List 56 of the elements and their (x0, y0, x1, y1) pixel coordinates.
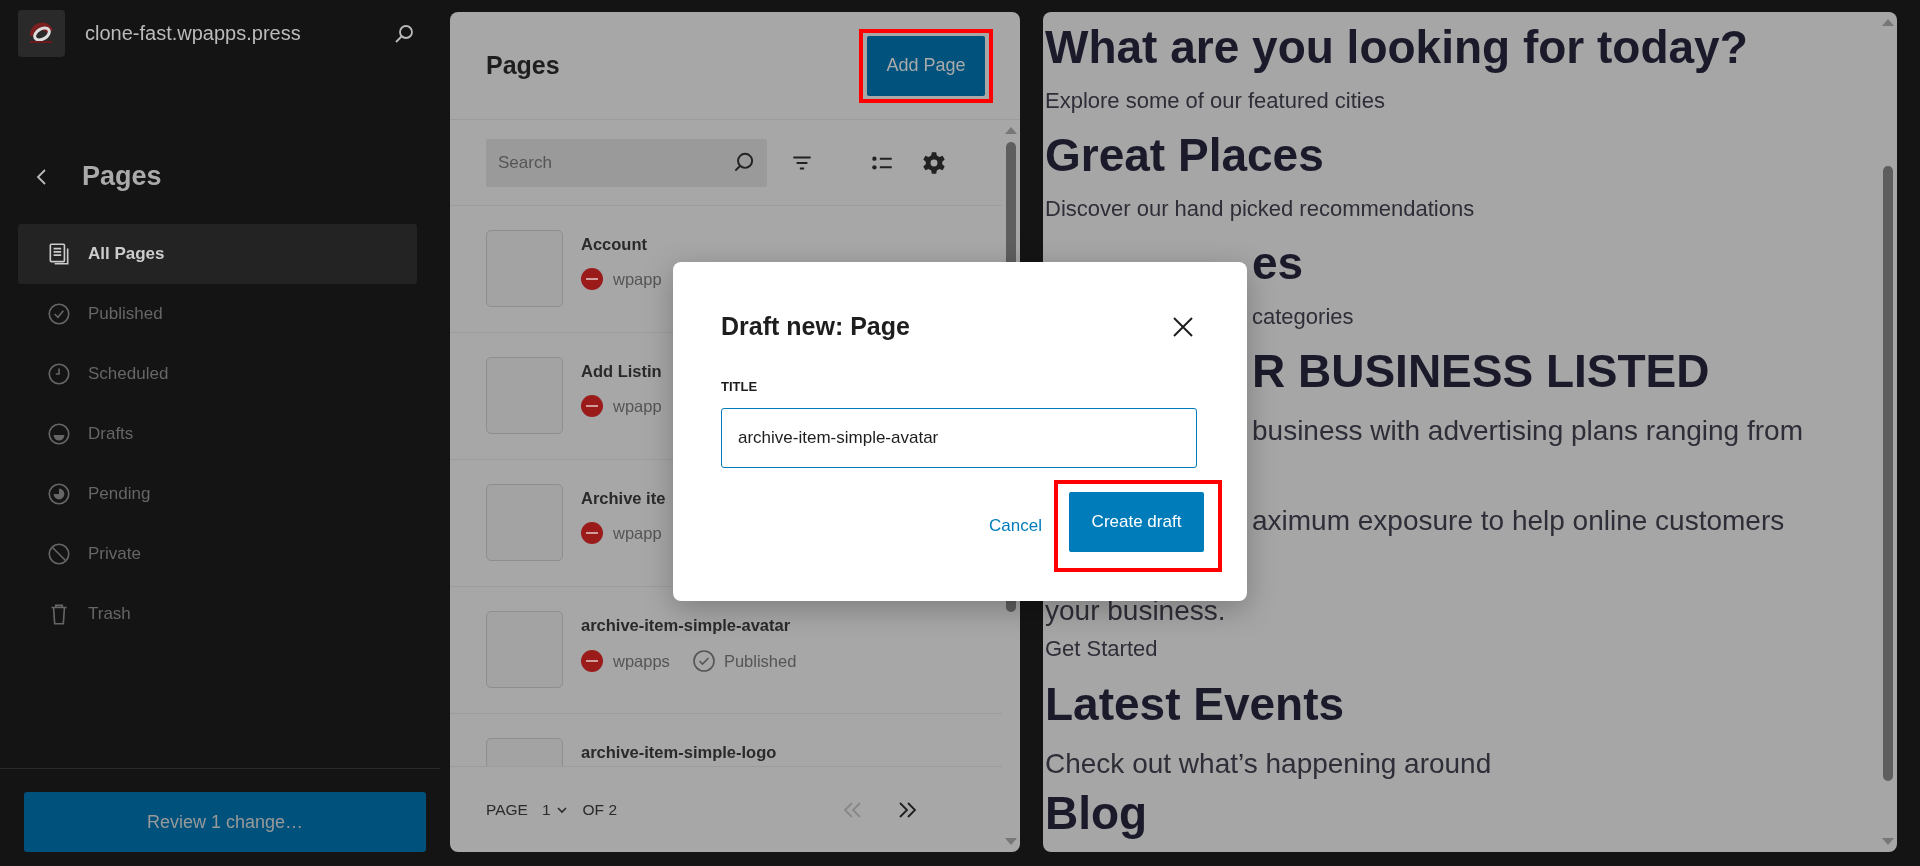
avatar-icon (581, 395, 603, 417)
preview-text: aximum exposure to help online customers (1252, 505, 1785, 536)
clock-icon (46, 361, 72, 387)
search-field[interactable]: Search (486, 138, 767, 187)
section-title: Pages (82, 161, 162, 192)
half-circle-icon (46, 421, 72, 447)
prohibited-icon (46, 541, 72, 567)
preview-text: your business. (1045, 595, 1226, 626)
preview-text: Get Started (1045, 636, 1158, 661)
sidebar-item[interactable]: Private (18, 524, 417, 584)
page-title[interactable]: Account (581, 235, 662, 254)
page-status: Published (723, 651, 797, 671)
page-title[interactable]: archive-item-simple-logo (581, 743, 777, 762)
settings-icon[interactable] (921, 149, 947, 176)
add-page-button[interactable]: Add Page (867, 35, 985, 96)
page-select[interactable]: 1 (541, 800, 569, 819)
page-label: PAGE (486, 800, 528, 819)
preview-text: Discover our hand picked recommendations (1045, 196, 1475, 221)
preview-text: Explore some of our featured cities (1045, 88, 1385, 113)
check-circle-icon (46, 301, 72, 327)
sidebar-item[interactable]: Pending (18, 464, 417, 524)
preview-heading: Blog (1045, 787, 1148, 839)
sidebar-item[interactable]: All Pages (18, 224, 417, 284)
author-name: wpapp (613, 396, 662, 416)
preview-text: categories (1252, 304, 1354, 329)
author-name: wpapp (613, 523, 662, 543)
sidebar-item[interactable]: Trash (18, 584, 417, 644)
preview-heading: es (1252, 237, 1304, 289)
page-title[interactable]: Archive ite (581, 489, 666, 508)
sidebar-item[interactable]: Scheduled (18, 344, 417, 404)
title-field[interactable]: archive-item-simple-avatar (721, 408, 1197, 468)
preview-text: business with advertising plans ranging from (1252, 415, 1803, 446)
page-title[interactable]: Add Listin (581, 362, 662, 381)
page-count: OF 2 (582, 800, 617, 819)
site-name[interactable]: clone-fast.wpapps.press (85, 22, 372, 45)
create-draft-button[interactable]: Create draft (1069, 492, 1204, 552)
avatar-icon (581, 522, 603, 544)
avatar-icon (581, 650, 603, 672)
sidebar-item[interactable]: Published (18, 284, 417, 344)
check-circle-icon (691, 649, 716, 673)
author-name: wpapps (613, 651, 670, 671)
avatar-icon (581, 268, 603, 290)
author-name: wpapp (613, 269, 662, 289)
sidebar-item[interactable]: Drafts (18, 404, 417, 464)
preview-heading: Great Places (1045, 129, 1324, 181)
cancel-link[interactable]: Cancel (989, 516, 1042, 536)
page-title[interactable]: archive-item-simple-avatar (581, 616, 797, 635)
field-label: TITLE (721, 379, 759, 394)
dialog-title: Draft new: Page (721, 312, 910, 341)
preview-heading: What are you looking for today? (1045, 21, 1748, 73)
preview-heading: Latest Events (1045, 678, 1345, 730)
preview-text: Check out what’s happening around (1045, 748, 1492, 779)
pie-icon (46, 481, 72, 507)
preview-heading: R BUSINESS LISTED (1252, 345, 1710, 397)
review-button[interactable]: Review 1 change… (24, 792, 426, 852)
panel-title: Pages (486, 51, 560, 80)
